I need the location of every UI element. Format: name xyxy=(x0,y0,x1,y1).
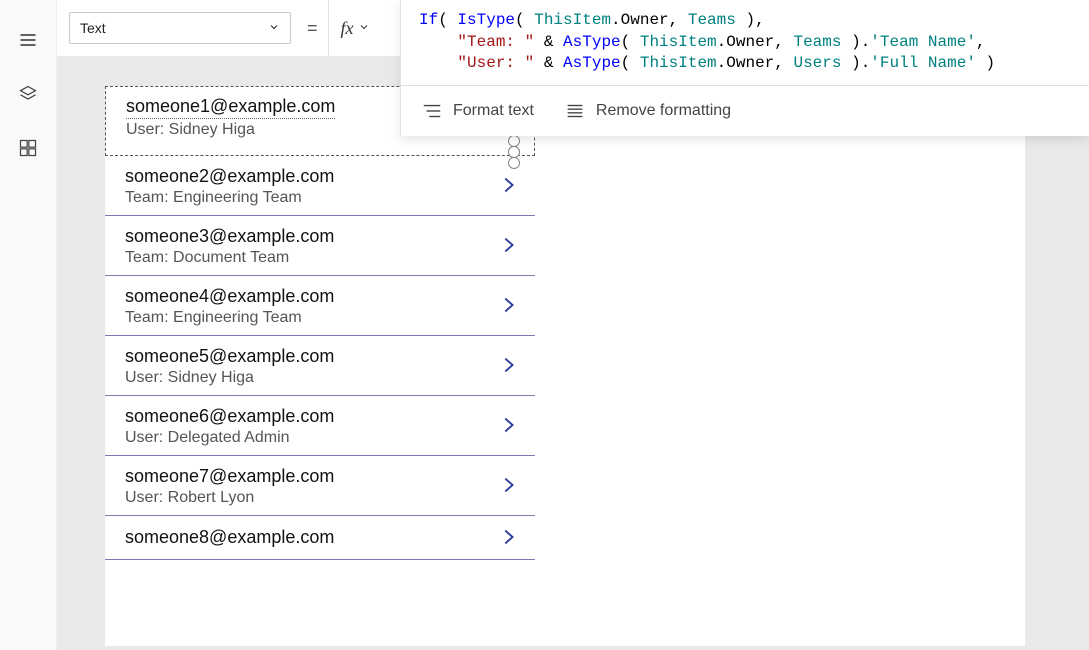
gallery-item[interactable]: someone3@example.com Team: Document Team xyxy=(105,216,535,276)
chevron-down-icon xyxy=(358,20,370,36)
item-title: someone2@example.com xyxy=(125,166,334,187)
item-subtitle: User: Delegated Admin xyxy=(125,429,334,447)
format-text-label: Format text xyxy=(453,102,534,120)
left-rail xyxy=(0,0,57,650)
chevron-right-icon[interactable] xyxy=(497,414,519,439)
tree-view-icon[interactable] xyxy=(18,30,38,50)
formula-editor-panel: If( IsType( ThisItem.Owner, Teams ), "Te… xyxy=(400,0,1089,136)
formula-editor[interactable]: If( IsType( ThisItem.Owner, Teams ), "Te… xyxy=(401,0,1089,85)
item-title: someone3@example.com xyxy=(125,226,334,247)
canvas-area: someone1@example.comUser: Sidney Higasom… xyxy=(57,56,1089,650)
item-title: someone5@example.com xyxy=(125,346,334,367)
chevron-right-icon[interactable] xyxy=(497,234,519,259)
item-subtitle: Team: Document Team xyxy=(125,249,334,267)
formula-toolbar: Format text Remove formatting xyxy=(401,85,1089,136)
item-subtitle: Team: Engineering Team xyxy=(125,189,334,207)
fx-label: fx xyxy=(341,18,354,39)
app-canvas[interactable]: someone1@example.comUser: Sidney Higasom… xyxy=(105,86,1025,646)
chevron-right-icon[interactable] xyxy=(497,526,519,551)
gallery-item[interactable]: someone8@example.com xyxy=(105,516,535,560)
layers-icon[interactable] xyxy=(18,84,38,104)
resize-handle[interactable] xyxy=(508,157,520,169)
property-selector-value: Text xyxy=(80,20,106,36)
remove-formatting-button[interactable]: Remove formatting xyxy=(564,100,731,122)
chevron-right-icon[interactable] xyxy=(497,174,519,199)
item-title: someone1@example.com xyxy=(126,96,335,119)
resize-handle[interactable] xyxy=(508,135,520,147)
remove-formatting-label: Remove formatting xyxy=(596,102,731,120)
item-title: someone4@example.com xyxy=(125,286,334,307)
item-title: someone6@example.com xyxy=(125,406,334,427)
item-subtitle: User: Robert Lyon xyxy=(125,489,334,507)
gallery-item[interactable]: someone6@example.com User: Delegated Admi… xyxy=(105,396,535,456)
item-subtitle: Team: Engineering Team xyxy=(125,309,334,327)
item-subtitle: User: Sidney Higa xyxy=(126,121,335,139)
fx-button[interactable]: fx xyxy=(328,0,382,56)
gallery-item[interactable]: someone2@example.com Team: Engineering Te… xyxy=(105,156,535,216)
format-text-button[interactable]: Format text xyxy=(421,100,534,122)
item-title: someone8@example.com xyxy=(125,527,334,548)
equals-label: = xyxy=(297,0,328,56)
gallery-item[interactable]: someone4@example.com Team: Engineering Te… xyxy=(105,276,535,336)
gallery[interactable]: someone1@example.comUser: Sidney Higasom… xyxy=(105,86,535,560)
insert-icon[interactable] xyxy=(18,138,38,158)
gallery-item[interactable]: someone5@example.com User: Sidney Higa xyxy=(105,336,535,396)
property-selector[interactable]: Text xyxy=(69,12,291,44)
item-title: someone7@example.com xyxy=(125,466,334,487)
chevron-down-icon xyxy=(268,20,280,36)
selection-box[interactable] xyxy=(513,140,515,164)
chevron-right-icon[interactable] xyxy=(497,354,519,379)
item-subtitle: User: Sidney Higa xyxy=(125,369,334,387)
gallery-item[interactable]: someone7@example.com User: Robert Lyon xyxy=(105,456,535,516)
chevron-right-icon[interactable] xyxy=(497,294,519,319)
chevron-right-icon[interactable] xyxy=(497,474,519,499)
